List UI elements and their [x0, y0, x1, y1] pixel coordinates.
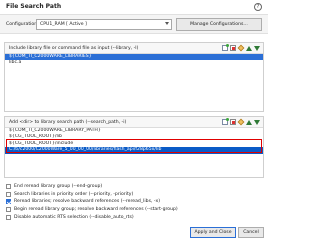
checkbox[interactable]: [6, 191, 11, 197]
search-path-panel: Add <dir> to library search path (--sear…: [4, 116, 264, 178]
checkbox[interactable]: [6, 214, 11, 220]
list-item[interactable]: libc.a: [5, 60, 263, 66]
add-icon[interactable]: [222, 44, 229, 51]
option-label: Reread libraries; resolve backward refer…: [14, 199, 161, 205]
library-files-panel: Include library file or command file as …: [4, 42, 264, 112]
title-bar: File Search Path ?: [0, 0, 268, 14]
delete-icon[interactable]: [230, 45, 236, 51]
option-label: End reread library group (--end-group): [14, 184, 103, 190]
dialog-footer: Apply and Close Cancel: [0, 226, 268, 240]
manage-configurations-button[interactable]: Manage Configurations...: [176, 18, 262, 31]
move-down-icon[interactable]: [254, 46, 260, 51]
option-start-group[interactable]: Begin reread library group; resolve back…: [6, 206, 264, 214]
move-up-icon[interactable]: [246, 120, 252, 125]
highlight-box: [6, 139, 262, 153]
option-label: Begin reread library group; resolve back…: [14, 207, 178, 213]
delete-icon[interactable]: [230, 119, 236, 125]
library-files-toolbar: [222, 44, 260, 52]
option-label: Disable automatic RTS selection (--disab…: [14, 214, 134, 220]
search-path-toolbar: [222, 118, 260, 126]
option-reread-libs[interactable]: Reread libraries; resolve backward refer…: [6, 198, 264, 206]
configuration-row: Configuration: CPU1_RAM [ Active ] Manag…: [0, 14, 268, 34]
library-files-header-label: Include library file or command file as …: [9, 46, 139, 51]
option-end-group[interactable]: End reread library group (--end-group): [6, 183, 264, 191]
move-down-icon[interactable]: [254, 120, 260, 125]
configuration-label: Configuration:: [6, 22, 39, 27]
search-path-header: Add <dir> to library search path (--sear…: [5, 117, 263, 128]
checkbox[interactable]: [6, 207, 11, 213]
library-files-header: Include library file or command file as …: [5, 43, 263, 54]
option-label: Search libraries in priority order (--pr…: [14, 191, 134, 197]
linker-options: End reread library group (--end-group) S…: [6, 183, 264, 221]
chevron-down-icon: [165, 22, 169, 25]
cancel-button[interactable]: Cancel: [238, 227, 264, 238]
option-disable-auto-rts[interactable]: Disable automatic RTS selection (--disab…: [6, 213, 264, 221]
configuration-value: CPU1_RAM [ Active ]: [40, 22, 87, 27]
checkbox-checked[interactable]: [6, 199, 11, 205]
option-priority[interactable]: Search libraries in priority order (--pr…: [6, 191, 264, 199]
search-path-header-label: Add <dir> to library search path (--sear…: [9, 120, 127, 125]
move-up-icon[interactable]: [246, 46, 252, 51]
dialog-title: File Search Path: [6, 3, 62, 10]
add-icon[interactable]: [222, 118, 229, 125]
help-icon[interactable]: ?: [254, 3, 262, 11]
library-files-list[interactable]: ${COM_TI_C2000WARE_LIBRARIES} libc.a: [5, 54, 263, 67]
edit-icon[interactable]: [237, 44, 245, 52]
apply-and-close-button[interactable]: Apply and Close: [190, 227, 236, 238]
edit-icon[interactable]: [237, 118, 245, 126]
checkbox[interactable]: [6, 184, 11, 190]
configuration-select[interactable]: CPU1_RAM [ Active ]: [36, 19, 172, 30]
